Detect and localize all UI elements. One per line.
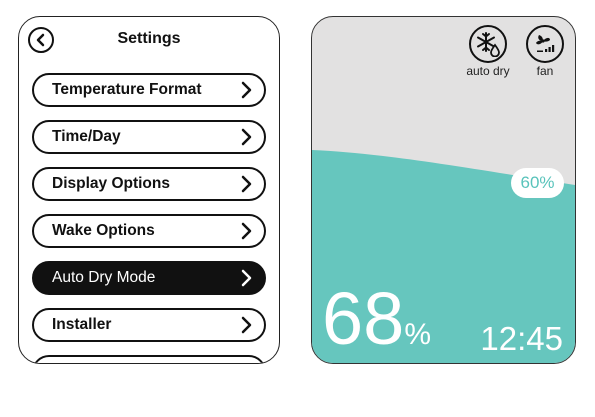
current-humidity-value: 68 — [322, 277, 405, 360]
current-humidity: 68% — [322, 277, 431, 363]
clock: 12:45 — [480, 320, 563, 357]
menu-item-time-day[interactable]: Time/Day — [32, 120, 266, 154]
menu-item-wake-options[interactable]: Wake Options — [32, 214, 266, 248]
fan-icon — [526, 25, 564, 63]
mode-auto-dry[interactable]: auto dry — [460, 25, 516, 78]
menu-item-temperature-format[interactable]: Temperature Format — [32, 73, 266, 107]
chevron-right-icon — [241, 128, 252, 146]
target-humidity-badge[interactable]: 60% — [511, 168, 564, 198]
mode-fan[interactable]: fan — [517, 25, 573, 78]
menu-item-installer[interactable]: Installer — [32, 308, 266, 342]
menu-item-label: Wake Options — [52, 222, 155, 239]
chevron-right-icon — [241, 316, 252, 334]
menu-item-label: Auto Dry Mode — [52, 269, 156, 286]
humidity-unit: % — [404, 318, 431, 351]
mode-label: auto dry — [466, 64, 510, 78]
mode-label: fan — [536, 64, 554, 78]
menu-item-label: Display Options — [52, 175, 170, 192]
menu-item-label: Time/Day — [52, 128, 121, 145]
menu-item-auto-dry-mode[interactable]: Auto Dry Mode — [32, 261, 266, 295]
settings-panel: Settings Temperature Format Time/Day Dis… — [18, 16, 280, 364]
chevron-right-icon — [241, 222, 252, 240]
chevron-right-icon — [241, 81, 252, 99]
menu-item-display-options[interactable]: Display Options — [32, 167, 266, 201]
humidity-display: auto dry fan 60% 68% 12:45 — [311, 16, 576, 364]
chevron-right-icon — [241, 269, 252, 287]
chevron-right-icon — [241, 175, 252, 193]
page-title: Settings — [117, 30, 181, 47]
menu-item-label: Installer — [52, 316, 112, 333]
settings-menu: Temperature Format Time/Day Display Opti… — [32, 73, 266, 363]
snowflake-drop-icon — [469, 25, 507, 63]
menu-item-label: Temperature Format — [52, 81, 202, 98]
menu-item-next-partial[interactable] — [32, 355, 266, 363]
